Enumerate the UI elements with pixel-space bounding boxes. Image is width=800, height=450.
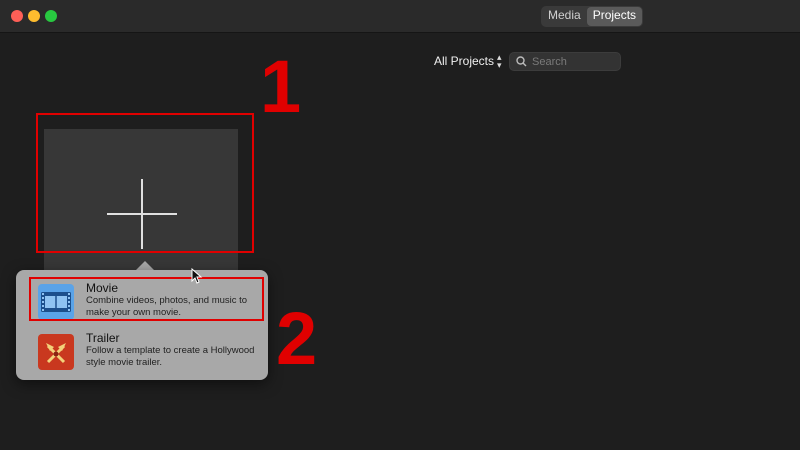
annotation-box-movie bbox=[29, 277, 264, 321]
trailer-icon bbox=[38, 334, 74, 370]
search-field[interactable] bbox=[509, 52, 621, 71]
search-input[interactable] bbox=[532, 55, 612, 68]
mouse-pointer-icon bbox=[191, 268, 203, 284]
annotation-number-1: 1 bbox=[260, 45, 302, 128]
annotation-box-new-project bbox=[36, 113, 254, 253]
up-down-chevron-icon: ▴ ▾ bbox=[497, 52, 502, 70]
tab-projects[interactable]: Projects bbox=[586, 7, 643, 26]
view-switcher: Media Projects bbox=[541, 6, 644, 27]
zoom-window-button[interactable] bbox=[45, 10, 57, 22]
projects-filter-dropdown[interactable]: All Projects ▴ ▾ bbox=[434, 52, 502, 70]
menu-item-trailer-title: Trailer bbox=[86, 331, 120, 345]
menu-item-trailer[interactable]: Trailer Follow a template to create a Ho… bbox=[16, 330, 268, 378]
projects-filter-label: All Projects bbox=[434, 54, 495, 68]
search-icon bbox=[516, 56, 527, 67]
title-bar: Media Projects bbox=[0, 0, 800, 33]
close-window-button[interactable] bbox=[11, 10, 23, 22]
minimize-window-button[interactable] bbox=[28, 10, 40, 22]
tab-media[interactable]: Media bbox=[542, 7, 587, 26]
menu-item-trailer-description: Follow a template to create a Hollywood … bbox=[86, 345, 255, 368]
annotation-number-2: 2 bbox=[276, 297, 318, 380]
